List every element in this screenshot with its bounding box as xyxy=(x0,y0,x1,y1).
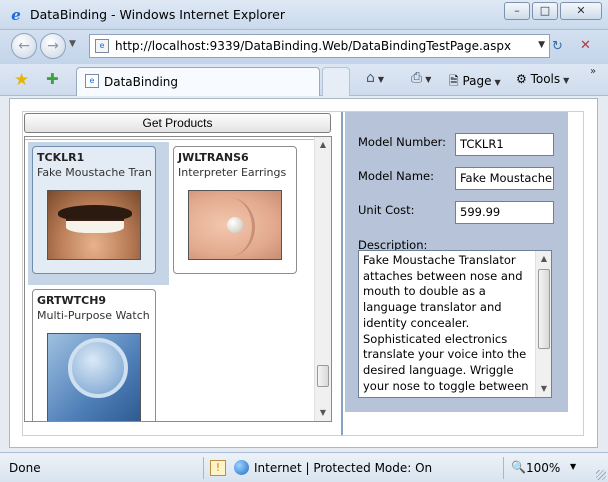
watch-dial-shape xyxy=(68,338,128,398)
recent-pages-dropdown-icon[interactable]: ▼ xyxy=(69,39,76,49)
silverlight-host: Get Products TCKLR1 Fake Moustache Tran xyxy=(9,98,598,448)
zoom-dropdown-icon[interactable]: ▼ xyxy=(570,462,576,471)
back-button[interactable]: ← xyxy=(11,33,37,59)
partial-row-edge xyxy=(25,137,315,140)
products-listbox[interactable]: TCKLR1 Fake Moustache Tran JWLTRANS6 Int… xyxy=(24,136,332,422)
description-scrollbar[interactable]: ▲ ▼ xyxy=(535,251,551,397)
status-separator xyxy=(203,457,204,479)
panel-divider xyxy=(341,112,343,435)
address-url[interactable]: http://localhost:9339/DataBinding.Web/Da… xyxy=(115,39,511,53)
scroll-thumb[interactable] xyxy=(317,365,329,387)
new-tab-button[interactable] xyxy=(322,67,350,96)
tools-menu-label: Tools xyxy=(530,72,561,86)
product-card: JWLTRANS6 Interpreter Earrings xyxy=(173,146,297,274)
list-item-product-0[interactable]: TCKLR1 Fake Moustache Tran xyxy=(28,142,169,285)
address-bar[interactable]: e http://localhost:9339/DataBinding.Web/… xyxy=(89,34,550,58)
scroll-thumb[interactable] xyxy=(538,269,550,349)
description-field[interactable]: Fake Moustache Translator attaches betwe… xyxy=(358,250,552,398)
refresh-icon[interactable]: ↻ xyxy=(552,39,563,54)
unit-cost-field[interactable]: 599.99 xyxy=(455,201,554,224)
globe-icon xyxy=(234,460,249,475)
security-zone-text[interactable]: Internet | Protected Mode: On xyxy=(254,461,432,475)
products-scrollbar[interactable]: ▲ ▼ xyxy=(314,137,331,421)
maximize-button[interactable]: □ xyxy=(532,2,558,20)
print-dropdown-icon[interactable]: ▼ xyxy=(425,75,431,84)
product-name: Fake Moustache Tran xyxy=(37,166,152,179)
earring-photo xyxy=(188,190,282,260)
product-details-panel: Model Number: TCKLR1 Model Name: Fake Mo… xyxy=(345,112,568,412)
tab-databinding[interactable]: e DataBinding xyxy=(76,67,320,96)
list-item-product-1[interactable]: JWLTRANS6 Interpreter Earrings xyxy=(169,142,310,285)
favorites-star-icon[interactable]: ★ xyxy=(14,70,29,90)
security-warning-icon[interactable]: ! xyxy=(210,460,226,476)
model-number-field[interactable]: TCKLR1 xyxy=(455,133,554,156)
title-bar: e DataBinding - Windows Internet Explore… xyxy=(0,0,608,30)
more-commands-chevron-icon[interactable]: » xyxy=(590,66,596,77)
scroll-up-icon[interactable]: ▲ xyxy=(536,251,551,267)
home-icon[interactable]: ⌂ ▼ xyxy=(366,70,384,86)
description-text[interactable]: Fake Moustache Translator attaches betwe… xyxy=(363,253,533,394)
tools-dropdown-icon: ▼ xyxy=(563,76,570,85)
page-icon: e xyxy=(95,39,109,53)
page-menu-label: Page xyxy=(462,74,492,88)
scroll-down-icon[interactable]: ▼ xyxy=(315,405,331,421)
model-name-label: Model Name: xyxy=(358,169,434,183)
list-item-product-2[interactable]: GRTWTCH9 Multi-Purpose Watch xyxy=(28,285,169,421)
unit-cost-label: Unit Cost: xyxy=(358,203,415,217)
product-code: JWLTRANS6 xyxy=(178,151,249,164)
window-title: DataBinding - Windows Internet Explorer xyxy=(30,7,285,22)
app-root: Get Products TCKLR1 Fake Moustache Tran xyxy=(22,111,584,436)
moustache-photo xyxy=(47,190,141,260)
tab-label: DataBinding xyxy=(104,75,178,89)
product-code: GRTWTCH9 xyxy=(37,294,107,307)
ie-logo-icon: e xyxy=(11,6,21,24)
browser-viewport: Get Products TCKLR1 Fake Moustache Tran xyxy=(0,96,608,452)
address-dropdown-icon[interactable]: ▼ xyxy=(538,40,545,50)
navigation-bar: ← → ▼ e http://localhost:9339/DataBindin… xyxy=(0,30,608,64)
zoom-level[interactable]: 100% xyxy=(526,461,560,475)
page-dropdown-icon: ▼ xyxy=(494,78,501,87)
tools-menu-button[interactable]: ⚙ Tools ▼ xyxy=(516,72,569,86)
print-icon[interactable]: ⎙ ▼ xyxy=(411,70,431,86)
zoom-icon[interactable]: 🔍 xyxy=(511,460,526,474)
forward-button[interactable]: → xyxy=(40,33,66,59)
status-text: Done xyxy=(9,461,41,475)
scroll-down-icon[interactable]: ▼ xyxy=(536,381,551,397)
status-separator xyxy=(503,457,504,479)
model-number-label: Model Number: xyxy=(358,135,447,149)
product-card: GRTWTCH9 Multi-Purpose Watch xyxy=(32,289,156,421)
stop-icon[interactable]: ✕ xyxy=(580,38,591,53)
product-code: TCKLR1 xyxy=(37,151,85,164)
model-name-field[interactable]: Fake Moustache xyxy=(455,167,554,190)
tab-bar: ★ ✚ e DataBinding ⌂ ▼ ⎙ ▼ 🗎 Page ▼ ⚙ Tools ▼… xyxy=(0,64,608,96)
status-bar: Done ! Internet | Protected Mode: On 🔍 1… xyxy=(0,452,608,482)
teeth-shape xyxy=(66,219,124,233)
page-menu-button[interactable]: 🗎 Page ▼ xyxy=(449,72,501,93)
watch-photo xyxy=(47,333,141,421)
tab-page-icon: e xyxy=(85,74,99,88)
get-products-button[interactable]: Get Products xyxy=(24,113,331,133)
product-card: TCKLR1 Fake Moustache Tran xyxy=(32,146,156,274)
add-favorites-icon[interactable]: ✚ xyxy=(46,70,59,88)
pearl-shape xyxy=(227,217,243,233)
minimize-button[interactable]: – xyxy=(504,2,530,20)
home-dropdown-icon[interactable]: ▼ xyxy=(378,75,384,84)
resize-grip-icon[interactable] xyxy=(596,470,606,480)
window-controls: – □ ✕ xyxy=(502,2,602,20)
scroll-up-icon[interactable]: ▲ xyxy=(315,137,331,153)
product-name: Interpreter Earrings xyxy=(178,166,287,179)
close-button[interactable]: ✕ xyxy=(560,2,602,20)
product-name: Multi-Purpose Watch xyxy=(37,309,150,322)
